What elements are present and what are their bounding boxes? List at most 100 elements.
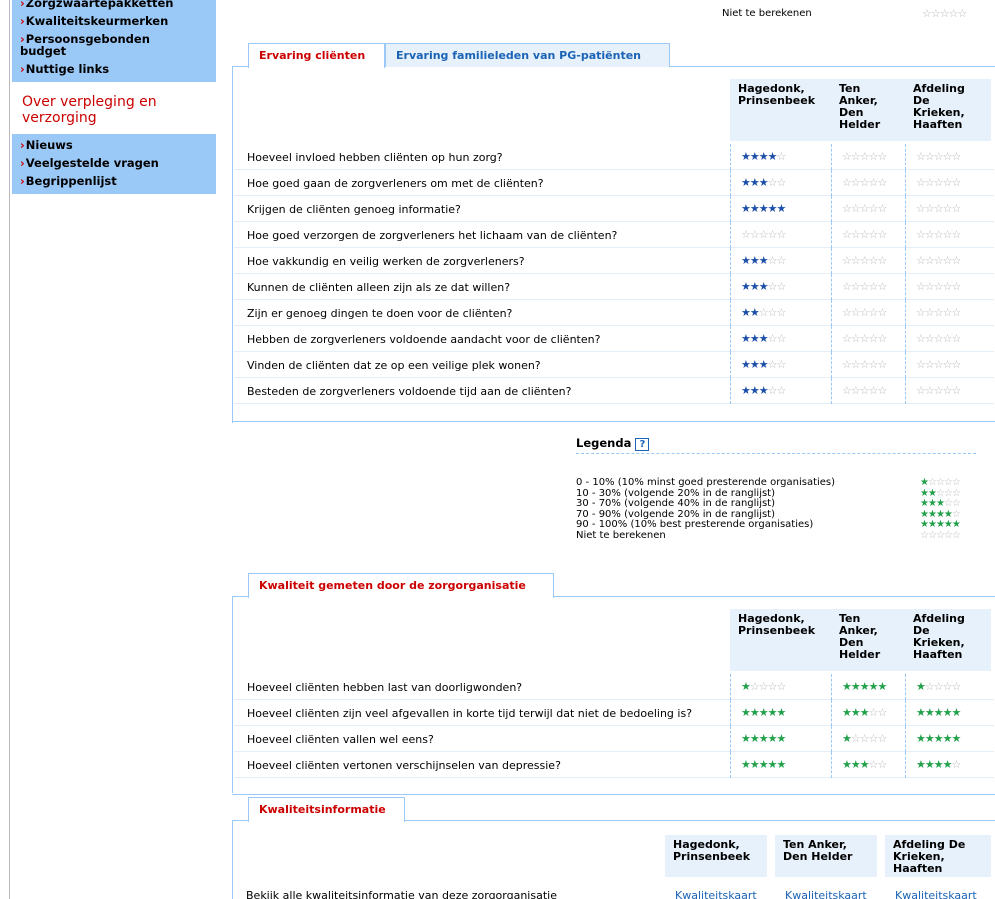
tab-kwaliteitsinformatie[interactable]: Kwaliteitsinformatie	[248, 797, 405, 822]
rating-stars: ☆☆☆☆☆	[832, 306, 887, 319]
star-empty-icon: ☆	[767, 358, 778, 371]
star-empty-icon: ☆	[916, 280, 926, 293]
star-filled-icon: ★	[758, 150, 769, 163]
legend-label: Niet te berekenen	[576, 529, 666, 541]
star-empty-icon: ☆	[933, 176, 944, 189]
star-filled-icon: ★	[767, 732, 778, 745]
star-filled-icon: ★	[749, 732, 760, 745]
rating-cell: ☆☆☆☆☆	[905, 222, 991, 248]
star-filled-icon: ★	[842, 680, 852, 693]
column-header-hagedonk: Hagedonk, Prinsenbeek	[665, 835, 767, 877]
sidebar-item-persoonsgebonden-budget[interactable]: ›Persoonsgebonden budget	[20, 30, 170, 60]
ervaring-row: Hoe goed verzorgen de zorgverleners het …	[234, 222, 994, 248]
kwaliteit-question: Hoeveel cliënten vallen wel eens?	[247, 733, 434, 746]
kwaliteit-question: Hoeveel cliënten zijn veel afgevallen in…	[247, 707, 693, 720]
chevron-right-icon: ›	[20, 62, 25, 76]
star-empty-icon: ☆	[877, 384, 888, 397]
star-empty-icon: ☆	[877, 150, 888, 163]
kwaliteit-question: Hoeveel cliënten hebben last van doorlig…	[247, 681, 523, 694]
ervaring-question: Krijgen de cliënten genoeg informatie?	[247, 203, 461, 216]
star-empty-icon: ☆	[943, 487, 953, 499]
ervaring-row: Vinden de cliënten dat ze op een veilige…	[234, 352, 994, 378]
star-empty-icon: ☆	[916, 150, 926, 163]
star-filled-icon: ★	[920, 477, 929, 488]
star-empty-icon: ☆	[850, 150, 861, 163]
sidebar-item-nieuws[interactable]: ›Nieuws	[20, 136, 208, 154]
tab-kwaliteit-gemeten[interactable]: Kwaliteit gemeten door de zorgorganisati…	[248, 573, 554, 598]
star-filled-icon: ★	[741, 150, 751, 163]
star-empty-icon: ☆	[868, 384, 879, 397]
star-empty-icon: ☆	[850, 202, 861, 215]
tab-bar: Kwaliteit gemeten door de zorgorganisati…	[232, 573, 995, 598]
rating-stars: ★★★★★	[731, 202, 786, 215]
tab-ervaring-familieleden[interactable]: Ervaring familieleden van PG-patiënten	[385, 43, 670, 67]
star-empty-icon: ☆	[916, 254, 926, 267]
sidebar-block-bottom: ›Nieuws ›Veelgestelde vragen ›Begrippenl…	[12, 134, 216, 194]
tab-bar: Kwaliteitsinformatie	[232, 797, 995, 822]
star-empty-icon: ☆	[951, 228, 962, 241]
sidebar-item-nuttige-links[interactable]: ›Nuttige links	[20, 60, 208, 78]
star-empty-icon: ☆	[933, 680, 944, 693]
tab-ervaring-clienten[interactable]: Ervaring cliënten	[248, 43, 385, 68]
star-empty-icon: ☆	[868, 732, 879, 745]
star-empty-icon: ☆	[767, 384, 778, 397]
star-empty-icon: ☆	[749, 680, 760, 693]
rating-cell: ☆☆☆☆☆	[905, 300, 991, 326]
star-filled-icon: ★	[935, 498, 945, 509]
star-empty-icon: ☆	[850, 176, 861, 189]
ervaring-row: Zijn er genoeg dingen te doen voor de cl…	[234, 300, 994, 326]
rating-cell: ☆☆☆☆☆	[831, 144, 905, 170]
star-empty-icon: ☆	[951, 254, 962, 267]
star-filled-icon: ★	[842, 732, 852, 745]
chevron-right-icon: ›	[20, 138, 25, 152]
star-filled-icon: ★	[749, 254, 760, 267]
rating-cell: ☆☆☆☆☆	[831, 274, 905, 300]
star-empty-icon: ☆	[859, 228, 870, 241]
star-empty-icon: ☆	[758, 228, 769, 241]
star-filled-icon: ★	[749, 202, 760, 215]
star-empty-icon: ☆	[859, 384, 870, 397]
star-empty-icon: ☆	[767, 306, 778, 319]
rating-stars: ★★★★★	[906, 732, 961, 745]
star-empty-icon: ☆	[951, 176, 962, 189]
star-empty-icon: ☆	[942, 332, 953, 345]
rating-cell: ★★★★★	[730, 752, 831, 778]
chevron-right-icon: ›	[20, 14, 25, 28]
kwaliteitskaart-link-de-krieken[interactable]: Kwaliteitskaart	[895, 889, 977, 899]
star-empty-icon: ☆	[868, 306, 879, 319]
star-filled-icon: ★	[758, 384, 769, 397]
star-filled-icon: ★	[935, 508, 945, 520]
legend-label: 30 - 70% (volgende 40% in de ranglijst)	[576, 498, 775, 509]
kwaliteitskaart-link-ten-anker[interactable]: Kwaliteitskaart	[785, 889, 867, 899]
star-empty-icon: ☆	[868, 280, 879, 293]
sidebar-item-zorgzwaartepakketten[interactable]: ›Zorgzwaartepakketten	[20, 0, 208, 12]
star-filled-icon: ★	[741, 332, 751, 345]
star-filled-icon: ★	[776, 732, 787, 745]
sidebar-item-begrippenlijst[interactable]: ›Begrippenlijst	[20, 172, 208, 190]
rating-stars: ★★★☆☆	[731, 176, 786, 189]
star-empty-icon: ☆	[916, 228, 926, 241]
star-empty-icon: ☆	[935, 477, 945, 488]
star-empty-icon: ☆	[767, 176, 778, 189]
star-empty-icon: ☆	[924, 176, 935, 189]
star-empty-icon: ☆	[859, 332, 870, 345]
star-empty-icon: ☆	[927, 529, 937, 541]
star-empty-icon: ☆	[868, 358, 879, 371]
star-filled-icon: ★	[850, 680, 861, 693]
rating-stars: ☆☆☆☆☆	[832, 384, 888, 397]
sidebar-item-veelgestelde-vragen[interactable]: ›Veelgestelde vragen	[20, 154, 208, 172]
star-empty-icon: ☆	[943, 498, 953, 509]
star-empty-icon: ☆	[767, 332, 778, 345]
kwaliteitskaart-link-hagedonk[interactable]: Kwaliteitskaart	[675, 889, 757, 899]
help-icon[interactable]: ?	[635, 438, 650, 451]
sidebar-item-kwaliteitskeurmerken[interactable]: ›Kwaliteitskeurmerken	[20, 12, 208, 30]
legend-rows: 0 - 10% (10% minst goed presterende orga…	[576, 477, 981, 541]
kwaliteit-row: Hoeveel cliënten zijn veel afgevallen in…	[234, 700, 994, 726]
star-empty-icon: ☆	[877, 758, 888, 771]
section-kwaliteit-gemeten: Kwaliteit gemeten door de zorgorganisati…	[232, 573, 995, 793]
rating-cell: ★★★★☆	[730, 144, 831, 170]
star-filled-icon: ★	[741, 384, 751, 397]
star-filled-icon: ★	[741, 706, 751, 719]
star-empty-icon: ☆	[924, 202, 935, 215]
star-empty-icon: ☆	[868, 228, 879, 241]
